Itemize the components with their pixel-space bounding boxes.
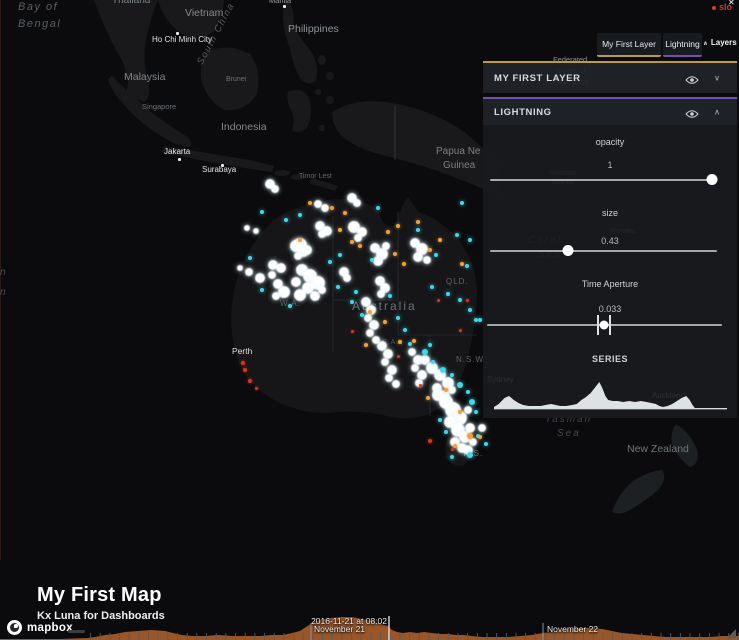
- map-edge-seam: [0, 0, 1, 560]
- opacity-slider-thumb[interactable]: [706, 174, 718, 185]
- size-slider[interactable]: [490, 245, 717, 256]
- timeline-day-label: November 22: [547, 623, 599, 634]
- size-value: 0.43: [601, 236, 619, 246]
- series-chart: [494, 382, 727, 410]
- size-label: size: [601, 208, 618, 218]
- chevron-up-icon[interactable]: ∧: [711, 107, 723, 116]
- mapbox-attribution[interactable]: mapbox: [7, 620, 73, 635]
- land-australia: [231, 197, 477, 419]
- land-sumatra: [108, 76, 192, 147]
- land-borneo: [200, 47, 259, 111]
- section-lightning[interactable]: LIGHTNING ∧: [483, 97, 737, 125]
- land-vietnam: [158, 0, 224, 38]
- notification-dot-icon: [712, 6, 716, 10]
- time-aperture-handle[interactable]: [596, 315, 612, 335]
- layers-toggle-label: Layers: [710, 38, 737, 47]
- land-tasmania: [445, 433, 472, 466]
- aperture-right-bracket: [609, 315, 612, 335]
- close-icon[interactable]: ✕: [728, 0, 735, 7]
- series-label: SERIES: [591, 354, 628, 364]
- attribution-toggle[interactable]: [68, 630, 85, 633]
- land-philippines: [282, 0, 318, 84]
- resize-grip-icon[interactable]: [727, 629, 736, 638]
- land-new-guinea: [332, 101, 500, 196]
- time-aperture-value: 0.033: [598, 304, 622, 314]
- layers-toggle[interactable]: ∧ Layers: [703, 38, 737, 47]
- land-indochina: [94, 0, 158, 102]
- land-timor: [309, 178, 338, 191]
- tab-my-first-layer[interactable]: My First Layer: [597, 33, 661, 57]
- section-title: LIGHTNING: [494, 106, 552, 118]
- page-title: My First Map: [37, 584, 162, 606]
- opacity-label: opacity: [595, 137, 625, 147]
- lightning-controls: opacity 1 size 0.43 Time Aperture 0.033 …: [483, 125, 737, 418]
- mapbox-wordmark: mapbox: [27, 621, 73, 634]
- tab-my-first-layer-label: My First Layer: [602, 39, 656, 49]
- land-nz-north: [671, 424, 698, 467]
- section-my-first-layer[interactable]: MY FIRST LAYER ∨: [483, 61, 737, 93]
- chevron-up-icon: ∧: [703, 41, 708, 47]
- chevron-down-icon[interactable]: ∨: [711, 73, 723, 82]
- mapbox-logo-icon: [7, 620, 22, 635]
- aperture-thumb[interactable]: [599, 320, 609, 330]
- time-aperture-label: Time Aperture: [581, 279, 639, 289]
- visibility-eye-icon[interactable]: [685, 106, 701, 118]
- section-title: MY FIRST LAYER: [494, 72, 581, 84]
- land-java: [162, 146, 274, 172]
- map-app: Bay of Bengal Thailand Vietnam Manila Philipp…: [0, 0, 739, 640]
- land-sulawesi: [287, 89, 311, 133]
- land-nz-south: [612, 470, 665, 514]
- visibility-eye-icon[interactable]: [685, 72, 701, 84]
- time-aperture-slider[interactable]: [487, 315, 722, 335]
- timeline-day-label: November 21: [314, 623, 366, 634]
- opacity-value: 1: [607, 160, 613, 170]
- timeline-scrubber[interactable]: 2016-11-21 at 08:02 November 21 November …: [0, 614, 739, 640]
- size-slider-thumb[interactable]: [562, 245, 574, 256]
- opacity-slider[interactable]: [490, 174, 718, 185]
- tab-lightning-label: Lightning: [665, 39, 700, 49]
- tab-lightning[interactable]: Lightning: [663, 33, 702, 57]
